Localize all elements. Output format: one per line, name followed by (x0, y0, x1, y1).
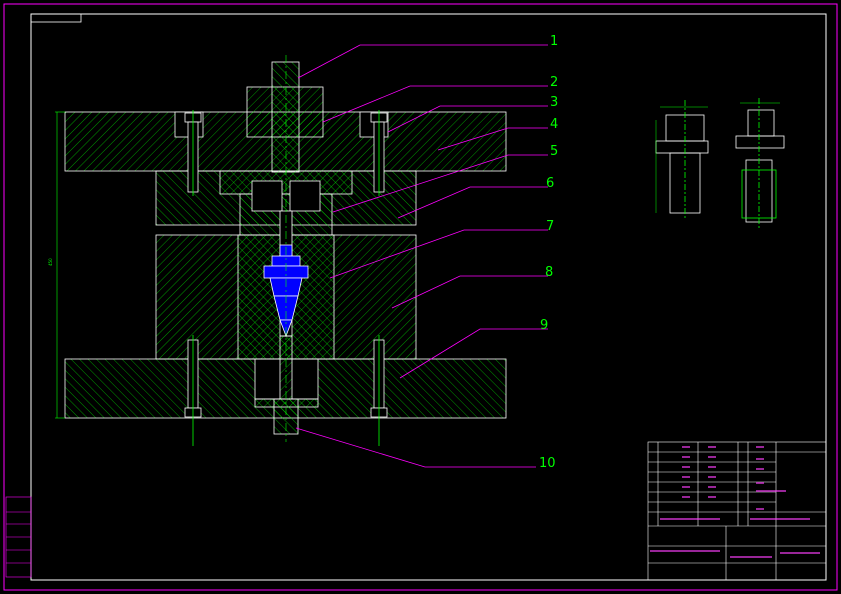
left-margin-table (5, 496, 32, 578)
callout-6: 6 (546, 176, 554, 191)
overall-height-dimension (55, 111, 65, 419)
callout-7: 7 (546, 219, 554, 234)
dimension-text: 450 (48, 258, 53, 266)
detail-view-part-b (735, 98, 785, 230)
callout-5: 5 (550, 144, 558, 159)
drawing-frame (30, 13, 827, 581)
title-block (647, 441, 827, 581)
callout-10: 10 (539, 456, 556, 471)
callout-8: 8 (545, 265, 553, 280)
detail-view-part-a (655, 100, 709, 220)
callout-2: 2 (550, 75, 558, 90)
reverse-code-box (30, 13, 82, 23)
callout-4: 4 (550, 117, 558, 132)
callout-9: 9 (540, 318, 548, 333)
callout-1: 1 (550, 34, 558, 49)
mold-assembly-drawing: 450 1 2 3 4 5 6 7 8 9 10 (3, 3, 838, 591)
callout-3: 3 (550, 95, 558, 110)
callout-labels: 1 2 3 4 5 6 7 8 9 10 (539, 34, 558, 471)
